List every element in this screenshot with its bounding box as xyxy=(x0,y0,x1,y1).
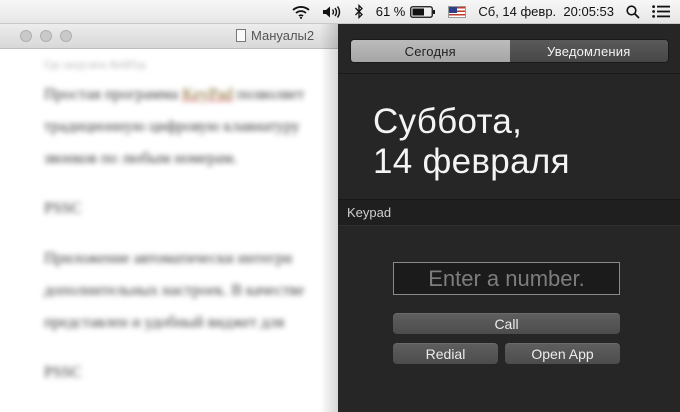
us-flag-icon[interactable] xyxy=(448,5,467,18)
document-file-icon xyxy=(236,29,246,42)
document-window: Мануалы2 Где загрузить КейПэд Простая пр… xyxy=(0,24,350,412)
notification-center-tabs: Сегодня Уведомления xyxy=(350,39,669,63)
document-text: позволяет xyxy=(232,86,305,103)
call-button[interactable]: Call xyxy=(393,313,620,334)
panel-shadow xyxy=(320,24,340,412)
bluetooth-icon[interactable] xyxy=(354,4,364,19)
today-date: Суббота, 14 февраля xyxy=(373,102,570,182)
divider xyxy=(338,73,680,74)
wifi-icon[interactable] xyxy=(292,5,310,19)
notification-center-panel: Сегодня Уведомления Суббота, 14 февраля … xyxy=(338,24,680,412)
zoom-window-button[interactable] xyxy=(60,30,72,42)
document-subheading: Где загрузить КейПэд xyxy=(44,59,146,71)
minimize-window-button[interactable] xyxy=(40,30,52,42)
close-window-button[interactable] xyxy=(20,30,32,42)
document-titlebar: Мануалы2 xyxy=(0,24,350,49)
document-body: Где загрузить КейПэд Простая программа K… xyxy=(0,49,350,389)
battery-icon xyxy=(410,5,436,18)
document-line: PSSC xyxy=(44,200,82,217)
window-controls xyxy=(20,30,72,42)
document-title: Мануалы2 xyxy=(236,28,314,43)
date-weekday: Суббота, xyxy=(373,102,523,141)
document-line: дополнительных настроек. В качестве xyxy=(44,282,305,299)
menu-bar: 61 % Сб, 14 февр. 20:05:53 xyxy=(0,0,680,24)
document-title-text: Мануалы2 xyxy=(251,28,315,43)
menubar-clock[interactable]: Сб, 14 февр. 20:05:53 xyxy=(478,4,614,19)
document-link[interactable]: KeyPad xyxy=(182,86,233,103)
tab-today[interactable]: Сегодня xyxy=(351,40,510,62)
tab-notifications[interactable]: Уведомления xyxy=(509,40,668,62)
spotlight-search-icon[interactable] xyxy=(626,4,640,19)
volume-icon[interactable] xyxy=(322,5,342,19)
date-day-month: 14 февраля xyxy=(373,142,570,181)
document-line: Простая программа KeyPad позволяет xyxy=(44,79,320,111)
document-text: Простая программа xyxy=(44,86,183,103)
phone-number-input[interactable] xyxy=(393,262,620,295)
notification-center-icon[interactable] xyxy=(652,5,670,18)
keypad-widget-header: Keypad xyxy=(338,199,680,226)
document-line: Приложение автоматически интегри xyxy=(44,250,293,267)
document-line: PSSC xyxy=(44,364,82,381)
battery-status[interactable]: 61 % xyxy=(376,4,437,19)
redial-button[interactable]: Redial xyxy=(393,343,498,364)
document-line: представлен и удобный виджет для xyxy=(44,314,285,331)
document-line: звонков по любым номерам. xyxy=(44,150,238,167)
battery-percent: 61 % xyxy=(375,4,406,19)
widget-title: Keypad xyxy=(347,205,392,220)
document-line: традиционную цифровую клавиатуру xyxy=(44,118,300,135)
open-app-button[interactable]: Open App xyxy=(505,343,620,364)
